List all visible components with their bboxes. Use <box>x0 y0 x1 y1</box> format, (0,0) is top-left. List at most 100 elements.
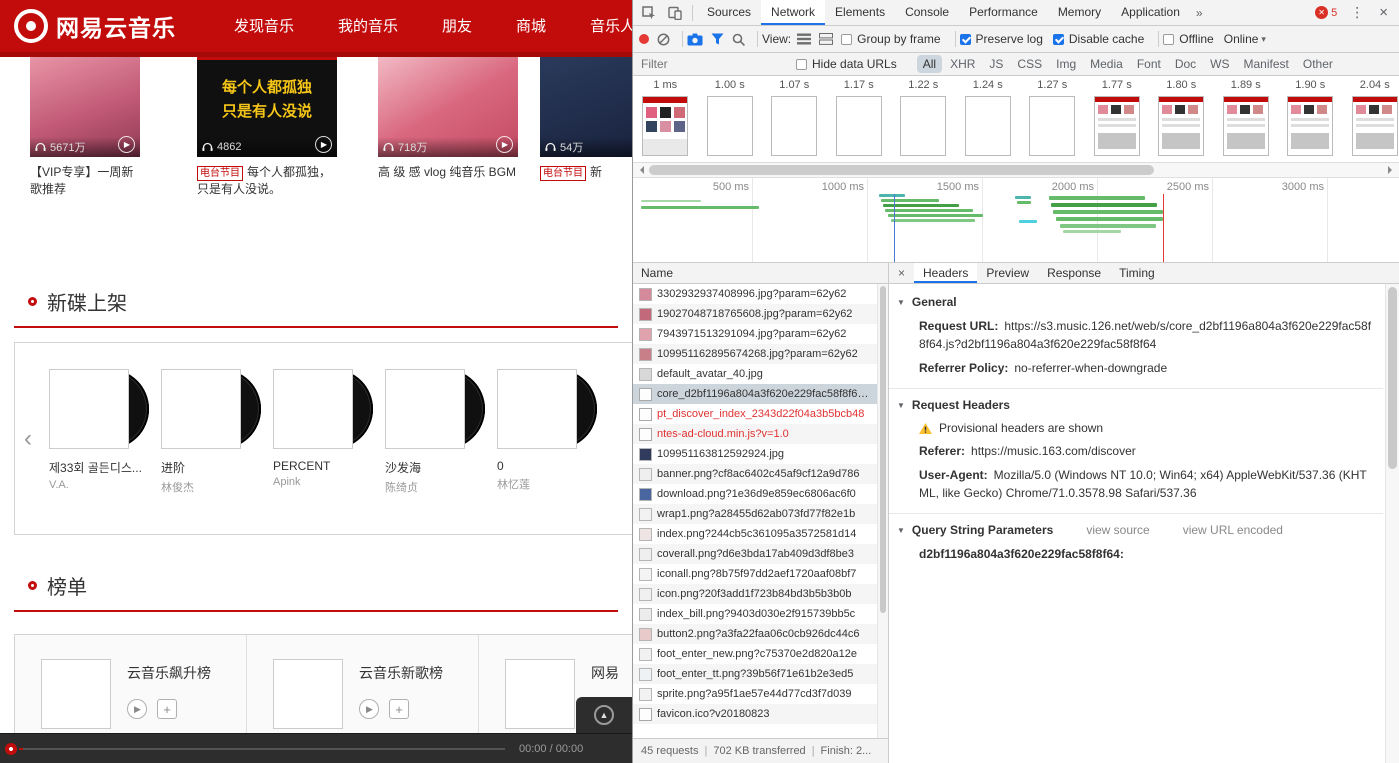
album-item[interactable]: 沙发海 陈绮贞 <box>385 369 497 534</box>
player-expand-tab[interactable]: ▲ <box>576 697 632 733</box>
album-artist[interactable]: 林俊杰 <box>161 479 273 495</box>
vscroll-thumb[interactable] <box>880 286 886 613</box>
throttling-dropdown[interactable]: Online ▾ <box>1224 32 1266 46</box>
resource-type-filter[interactable]: XHR <box>944 55 981 73</box>
request-list-scrollbar[interactable] <box>877 284 888 738</box>
album-item[interactable]: PERCENT Apink <box>273 369 385 534</box>
filmstrip-frame[interactable]: 1.27 s <box>1020 76 1085 162</box>
frame-thumbnail[interactable] <box>1351 96 1398 156</box>
playlist-caption[interactable]: 电台节目新 <box>540 164 632 181</box>
record-button[interactable] <box>639 34 649 44</box>
album-artist[interactable]: V.A. <box>49 479 161 491</box>
search-button[interactable] <box>732 33 745 46</box>
frame-thumbnail[interactable] <box>1029 96 1076 156</box>
album-item[interactable]: 进阶 林俊杰 <box>161 369 273 534</box>
request-row[interactable]: default_avatar_40.jpg <box>633 364 888 384</box>
album-title[interactable]: 沙发海 <box>385 459 489 476</box>
request-row[interactable]: foot_enter_new.png?c75370e2d820a12e <box>633 644 888 664</box>
request-row[interactable]: foot_enter_tt.png?39b56f71e61b2e3ed5 <box>633 664 888 684</box>
request-row[interactable]: sprite.png?a95f1ae57e44d77cd3f7d039 <box>633 684 888 704</box>
filmstrip-hscrollbar[interactable] <box>633 163 1399 178</box>
filter-toggle-button[interactable] <box>711 33 724 45</box>
album-artist[interactable]: 陈绮贞 <box>385 479 497 495</box>
view-overview-button[interactable] <box>819 33 834 45</box>
request-row[interactable]: 19027048718765608.jpg?param=62y62 <box>633 304 888 324</box>
resource-type-filter[interactable]: Media <box>1084 55 1129 73</box>
frame-thumbnail[interactable] <box>706 96 753 156</box>
album-title[interactable]: PERCENT <box>273 459 377 473</box>
album-artist[interactable]: Apink <box>273 476 385 488</box>
chart-title[interactable]: 云音乐飙升榜 <box>127 663 246 683</box>
details-tab[interactable]: Response <box>1038 263 1110 283</box>
resource-type-filter[interactable]: Manifest <box>1238 55 1295 73</box>
view-url-encoded-link[interactable]: view URL encoded <box>1183 523 1283 537</box>
nav-item[interactable]: 商城 <box>494 0 568 55</box>
frame-thumbnail[interactable] <box>771 96 818 156</box>
group-by-frame-checkbox[interactable]: Group by frame <box>841 32 941 46</box>
album-title[interactable]: 0 <box>497 459 601 473</box>
playlist-cover-image[interactable]: 5671万 ▶ <box>30 57 140 157</box>
resource-type-filter[interactable]: CSS <box>1011 55 1048 73</box>
play-button[interactable]: ▶ <box>315 136 332 153</box>
clear-button[interactable] <box>657 33 670 46</box>
request-row[interactable]: button2.png?a3fa22faa06c0cb926dc44c6 <box>633 624 888 644</box>
details-tab[interactable]: Preview <box>977 263 1038 283</box>
chart-cover[interactable] <box>273 659 343 729</box>
nav-item[interactable]: 朋友 <box>420 0 494 55</box>
details-tab[interactable]: Headers <box>914 263 978 283</box>
filmstrip-frame[interactable]: 1.89 s <box>1214 76 1279 162</box>
filmstrip-frame[interactable]: 1.90 s <box>1278 76 1343 162</box>
devtools-tab[interactable]: Sources <box>697 0 761 25</box>
album-title[interactable]: 제33회 골든디스... <box>49 459 153 476</box>
playlist-card[interactable]: 5671万 ▶ 【VIP专享】一周新歌推荐 <box>30 57 140 227</box>
request-row[interactable]: 109951163812592924.jpg <box>633 444 888 464</box>
album-cover[interactable] <box>385 369 465 449</box>
devtools-tab[interactable]: Performance <box>959 0 1048 25</box>
request-row[interactable]: iconall.png?8b75f97dd2aef1720aaf08bf7 <box>633 564 888 584</box>
device-toolbar-icon[interactable] <box>662 1 688 25</box>
request-row[interactable]: banner.png?cf8ac6402c45af9cf12a9d786 <box>633 464 888 484</box>
nav-item[interactable]: 我的音乐 <box>316 0 420 55</box>
site-logo[interactable]: 网易云音乐 <box>0 9 176 43</box>
devtools-tab[interactable]: Memory <box>1048 0 1111 25</box>
name-column-header[interactable]: Name <box>633 263 888 284</box>
filmstrip-frame[interactable]: 1.00 s <box>698 76 763 162</box>
request-row[interactable]: icon.png?20f3add1f723b84bd3b5b3b0b <box>633 584 888 604</box>
player-progress-track[interactable] <box>19 747 505 750</box>
general-section-header[interactable]: ▼ General <box>889 290 1383 314</box>
preserve-log-checkbox[interactable]: Preserve log <box>959 32 1043 46</box>
chart-title[interactable]: 网易 <box>591 663 632 683</box>
playlist-cover-image[interactable]: 718万 ▶ <box>378 57 518 157</box>
chart-add-button[interactable]: + <box>157 699 177 719</box>
playlist-card[interactable]: 每个人都孤独 只是有人没说 4862 ▶ 电台节目 每个人都孤独，只是有人没说。 <box>197 57 337 227</box>
section-title[interactable]: 榜单 <box>47 571 87 600</box>
more-tabs-icon[interactable]: » <box>1190 6 1209 20</box>
play-button[interactable]: ▶ <box>118 136 135 153</box>
play-button[interactable]: ▶ <box>496 136 513 153</box>
request-row[interactable]: coverall.png?d6e3bda17ab409d3df8be3 <box>633 544 888 564</box>
frame-thumbnail[interactable] <box>1093 96 1140 156</box>
offline-checkbox[interactable]: Offline <box>1163 32 1214 46</box>
resource-type-filter[interactable]: Doc <box>1169 55 1202 73</box>
chart-cover[interactable] <box>505 659 575 729</box>
view-list-button[interactable] <box>797 33 812 45</box>
query-params-section-header[interactable]: ▼ Query String Parameters view source vi… <box>889 518 1383 542</box>
request-row[interactable]: 109951162895674268.jpg?param=62y62 <box>633 344 888 364</box>
nav-item[interactable]: 音乐人 <box>568 0 632 55</box>
frame-thumbnail[interactable] <box>642 96 689 156</box>
album-item[interactable]: 제33회 골든디스... V.A. <box>49 369 161 534</box>
devtools-tab[interactable]: Elements <box>825 0 895 25</box>
request-row[interactable]: index_bill.png?9403d030e2f915739bb5c <box>633 604 888 624</box>
capture-screenshots-button[interactable] <box>687 33 703 46</box>
details-tab[interactable]: Timing <box>1110 263 1164 283</box>
section-title[interactable]: 新碟上架 <box>47 287 127 316</box>
frame-thumbnail[interactable] <box>835 96 882 156</box>
hide-data-urls-checkbox[interactable]: Hide data URLs <box>796 57 897 71</box>
network-overview[interactable]: 500 ms 1000 ms 1500 ms 2000 ms 2500 ms 3… <box>633 178 1399 263</box>
request-headers-section-header[interactable]: ▼ Request Headers <box>889 393 1383 417</box>
playlist-card[interactable]: 54万 ▶ 电台节目新 <box>540 57 632 227</box>
chart-play-button[interactable]: ▶ <box>127 699 147 719</box>
chart-add-button[interactable]: + <box>389 699 409 719</box>
album-cover[interactable] <box>273 369 353 449</box>
frame-thumbnail[interactable] <box>964 96 1011 156</box>
